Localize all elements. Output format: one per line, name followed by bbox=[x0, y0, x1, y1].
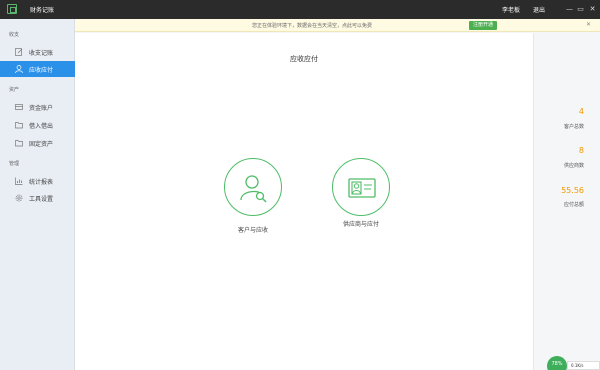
total-payable-label: 应付总额 bbox=[563, 202, 584, 208]
sidebar-item-bookkeeping[interactable]: 收支记账 bbox=[0, 44, 75, 60]
sidebar-item-borrowing[interactable]: 借入借出 bbox=[0, 117, 75, 133]
sidebar-item-label: 统计报表 bbox=[29, 179, 54, 186]
supplier-card-icon bbox=[348, 178, 376, 198]
sidebar-item-label: 工具设置 bbox=[29, 196, 54, 203]
close-window-button[interactable]: ✕ bbox=[587, 3, 598, 15]
supplier-count-value: 8 bbox=[578, 146, 584, 155]
customer-count-value: 4 bbox=[578, 107, 584, 116]
sidebar-item-settings[interactable]: 工具设置 bbox=[0, 190, 75, 206]
supplier-count-label: 供应商数 bbox=[563, 163, 584, 169]
sidebar-section-assets: 资产 bbox=[9, 87, 20, 93]
edit-icon bbox=[15, 48, 23, 56]
notice-close-icon[interactable]: ✕ bbox=[586, 21, 591, 28]
main-panel: 应收应付 客户与应收 供应商与应付 bbox=[75, 33, 533, 370]
sidebar-item-label: 固定资产 bbox=[29, 141, 54, 148]
gear-icon bbox=[15, 194, 23, 202]
register-button[interactable]: 注册开通 bbox=[469, 21, 497, 30]
chart-icon bbox=[15, 177, 23, 185]
user-icon bbox=[15, 65, 23, 73]
sidebar-item-fixed-assets[interactable]: 固定资产 bbox=[0, 135, 75, 151]
sidebar-item-label: 资金账户 bbox=[29, 105, 54, 112]
sidebar-item-label: 应收应付 bbox=[29, 67, 54, 74]
card-icon bbox=[15, 104, 23, 110]
sidebar-item-label: 收支记账 bbox=[29, 50, 54, 57]
trial-notice-bar: 您正在体验环境下，数据会在当天清空，点此可以免费 注册开通 ✕ bbox=[75, 19, 600, 32]
page-title: 应收应付 bbox=[290, 55, 318, 63]
folder-icon bbox=[15, 140, 23, 147]
total-payable-value: 55.56 bbox=[561, 186, 584, 195]
supplier-payables-button[interactable] bbox=[332, 158, 390, 216]
stats-panel: 4 客户总数 8 供应商数 55.56 应付总额 bbox=[533, 33, 600, 370]
user-name-link[interactable]: 李老板 bbox=[502, 5, 520, 14]
app-logo-icon bbox=[7, 4, 17, 14]
folder-icon bbox=[15, 122, 23, 129]
title-bar: 财务记账 李老板 退出 — ▭ ✕ bbox=[0, 0, 600, 19]
notice-text: 您正在体验环境下，数据会在当天清空，点此可以免费 bbox=[252, 23, 373, 29]
supplier-payables-label: 供应商与应付 bbox=[342, 221, 379, 228]
logout-link[interactable]: 退出 bbox=[533, 5, 545, 14]
maximize-button[interactable]: ▭ bbox=[575, 3, 586, 15]
sidebar-section-income: 收支 bbox=[9, 32, 20, 38]
network-speed: 0.1K/s bbox=[567, 361, 600, 370]
sidebar-item-receivables[interactable]: 应收应付 bbox=[0, 61, 75, 77]
sidebar-item-label: 借入借出 bbox=[29, 123, 54, 130]
customer-search-icon bbox=[240, 175, 267, 203]
app-title: 财务记账 bbox=[30, 7, 55, 14]
sidebar-section-management: 管理 bbox=[9, 161, 20, 167]
sidebar-item-accounts[interactable]: 资金账户 bbox=[0, 99, 75, 115]
sidebar-item-reports[interactable]: 统计报表 bbox=[0, 173, 75, 189]
minimize-button[interactable]: — bbox=[564, 3, 575, 15]
customer-count-label: 客户总数 bbox=[563, 124, 584, 130]
customer-receivables-label: 客户与应收 bbox=[237, 227, 268, 234]
sidebar: 收支 收支记账 应收应付 资产 资金账户 借入借出 固定资产 管理 统计报表 工… bbox=[0, 19, 75, 370]
customer-receivables-button[interactable] bbox=[224, 158, 282, 216]
network-gauge[interactable]: 78% bbox=[547, 356, 567, 370]
